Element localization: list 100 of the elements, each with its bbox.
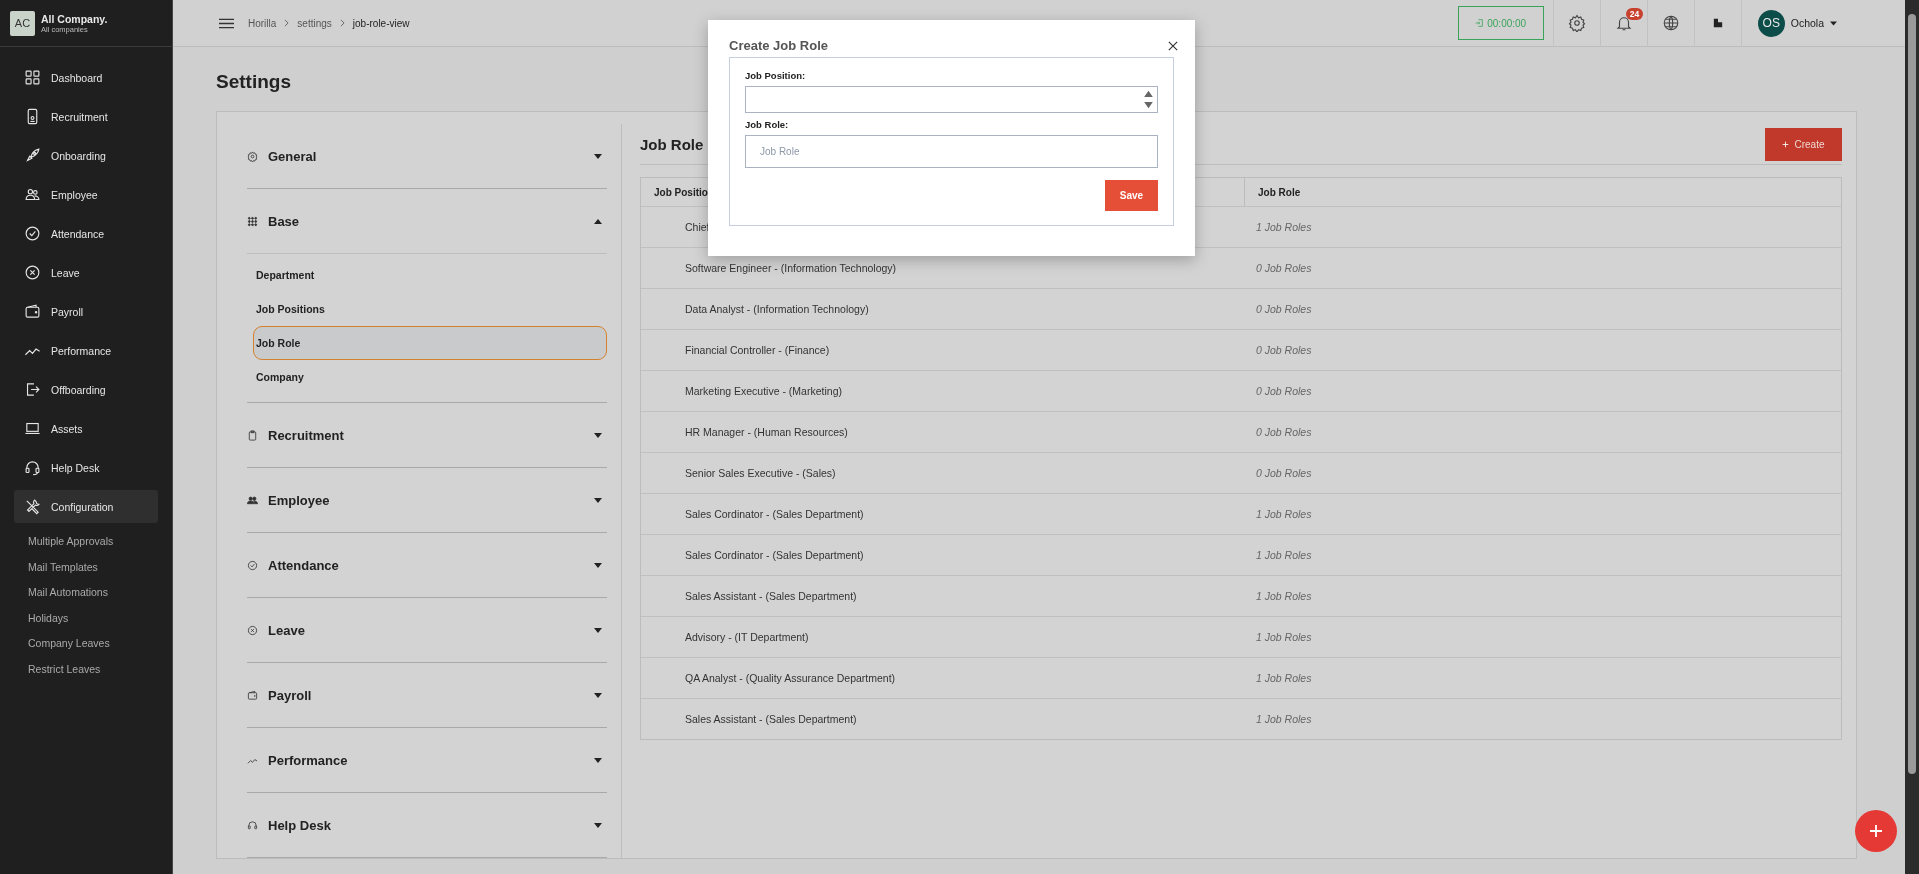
nav-item[interactable]: Employee [14, 178, 158, 211]
create-button[interactable]: Create [1765, 127, 1842, 161]
table-cell: 0 Job Roles [1256, 344, 1312, 356]
input-field[interactable]: Job Role [745, 135, 1158, 168]
login-icon [1475, 19, 1484, 27]
section-title: Job Role [640, 135, 704, 153]
submenu-item[interactable]: Company Leaves [28, 631, 172, 657]
column-header: Job Role [1258, 186, 1301, 198]
table-cell: Chief [685, 221, 710, 233]
table-cell: Data Analyst - (Information Technology) [685, 303, 869, 315]
table-cell: 0 Job Roles [1256, 385, 1312, 397]
nav-item[interactable]: Attendance [14, 217, 158, 250]
select-field[interactable] [745, 86, 1158, 113]
settings-section-header[interactable]: Attendance [247, 533, 607, 597]
caret-down-icon [594, 432, 602, 438]
caret-down-icon [594, 692, 602, 698]
settings-section-header[interactable]: Leave [247, 598, 607, 662]
settings-section-header[interactable]: Recruitment [247, 403, 607, 467]
table-cell: 1 Job Roles [1256, 631, 1312, 643]
company-name: All Company. [41, 12, 108, 25]
table-cell: 0 Job Roles [1256, 262, 1312, 274]
submenu-item[interactable]: Mail Automations [28, 580, 172, 606]
dots-grid-icon [247, 215, 258, 227]
submenu-item[interactable]: Restrict Leaves [28, 656, 172, 682]
breadcrumb-link[interactable]: settings [297, 17, 332, 29]
settings-section-header[interactable]: Performance [247, 728, 607, 792]
nav-item[interactable]: Onboarding [14, 139, 158, 172]
caret-down-icon [594, 757, 602, 763]
globe-icon[interactable] [1661, 14, 1680, 32]
table-cell: 0 Job Roles [1256, 303, 1312, 315]
table-cell: Sales Cordinator - (Sales Department) [685, 508, 864, 520]
submenu-item[interactable]: Mail Templates [28, 554, 172, 580]
tools-icon [24, 498, 41, 515]
settings-menu-item[interactable]: Job Role [253, 326, 607, 360]
menu-icon[interactable] [219, 17, 234, 29]
user-name[interactable]: Ochola [1790, 17, 1824, 29]
laptop-icon [24, 420, 41, 437]
nav-item[interactable]: Leave [14, 256, 158, 289]
save-button[interactable]: Save [1105, 180, 1158, 211]
nav-item[interactable]: Payroll [14, 295, 158, 328]
user-avatar[interactable]: OS [1757, 9, 1785, 37]
plus-icon [1869, 824, 1883, 838]
dialog-title: Create Job Role [729, 38, 828, 53]
caret-down-icon [594, 562, 602, 568]
caret-down-icon [594, 627, 602, 633]
wallet-icon [24, 303, 41, 320]
submenu-item[interactable]: Holidays [28, 605, 172, 631]
close-circle-icon [24, 264, 41, 281]
close-icon[interactable] [1168, 40, 1178, 51]
settings-menu-item[interactable]: Department [253, 258, 607, 292]
company-logo: AC [10, 10, 35, 36]
up-down-arrows-icon [1144, 90, 1153, 109]
settings-section-header[interactable]: Payroll [247, 663, 607, 727]
breadcrumb-link[interactable]: job-role-view [352, 17, 410, 29]
nav-item[interactable]: Dashboard [14, 61, 158, 94]
nav-item[interactable]: Configuration [14, 490, 158, 523]
submenu-item[interactable]: Multiple Approvals [28, 529, 172, 555]
settings-menu-item[interactable]: Job Positions [253, 292, 607, 326]
table-cell: 1 Job Roles [1256, 221, 1312, 233]
table-cell: QA Analyst - (Quality Assurance Department) [685, 672, 896, 684]
settings-section-header[interactable]: Employee [247, 468, 607, 532]
notification-badge: 24 [1625, 8, 1644, 20]
table-cell: Sales Assistant - (Sales Department) [685, 713, 857, 725]
table-cell: 1 Job Roles [1256, 713, 1312, 725]
table-cell: 1 Job Roles [1256, 672, 1312, 684]
breadcrumb-link[interactable]: Horilla [248, 17, 277, 29]
nav-item[interactable]: Help Desk [14, 451, 158, 484]
people-icon [24, 186, 41, 203]
caret-down-icon[interactable] [1830, 20, 1837, 26]
check-circle-icon [247, 559, 258, 571]
chevron-right-icon [284, 19, 290, 27]
wallet-icon [247, 689, 258, 701]
caret-down-icon [594, 822, 602, 828]
building-icon[interactable] [1712, 18, 1723, 28]
nav-item[interactable]: Assets [14, 412, 158, 445]
settings-menu-item[interactable]: Company [253, 360, 607, 394]
grid-icon [24, 69, 41, 86]
nav-item[interactable]: Recruitment [14, 100, 158, 133]
add-button[interactable] [1855, 810, 1897, 852]
table-cell: Sales Cordinator - (Sales Department) [685, 549, 864, 561]
scrollbar[interactable] [1905, 0, 1919, 874]
field-label: Job Role: [745, 119, 790, 130]
close-circle-icon [247, 624, 258, 636]
table-cell: HR Manager - (Human Resources) [685, 426, 848, 438]
table-cell: Marketing Executive - (Marketing) [685, 385, 842, 397]
people-icon [247, 494, 258, 506]
table-cell: 1 Job Roles [1256, 549, 1312, 561]
nav-item[interactable]: Performance [14, 334, 158, 367]
settings-icon[interactable] [1567, 14, 1586, 32]
settings-section-header[interactable]: Base [247, 189, 607, 253]
column-header: Job Positio [654, 186, 708, 198]
table-cell: Software Engineer - (Information Technology) [685, 262, 897, 274]
chevron-right-icon [339, 19, 345, 27]
check-circle-icon [24, 225, 41, 242]
nav-item[interactable]: Offboarding [14, 373, 158, 406]
settings-section-header[interactable]: Help Desk [247, 793, 607, 857]
gear-icon [247, 150, 258, 162]
settings-section-header[interactable]: General [247, 124, 607, 188]
table-cell: Advisory - (IT Department) [685, 631, 809, 643]
table-cell: 1 Job Roles [1256, 590, 1312, 602]
